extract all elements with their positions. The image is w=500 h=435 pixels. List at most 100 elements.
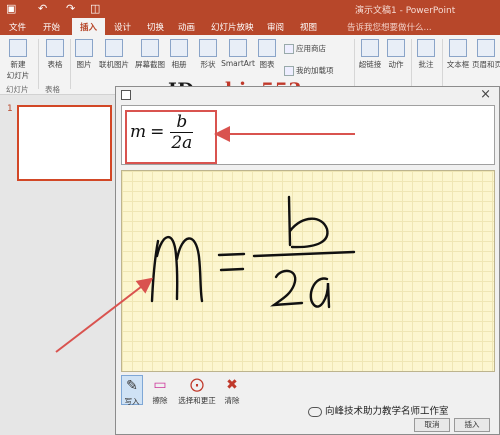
chart-label: 图表 [259,60,275,69]
group-separator [70,39,71,89]
album-button[interactable]: 相册 [168,39,190,70]
smartart-icon [229,39,247,57]
smartart-label: SmartArt [221,59,255,68]
new-slide-label: 新建 幻灯片 [6,60,30,80]
preview-formula: m = b 2a [130,112,194,153]
comment-icon [417,39,435,57]
my-addins-icon [284,66,294,76]
insert-button[interactable]: 插入 [454,418,490,432]
comment-button[interactable]: 批注 [414,39,438,70]
pen-icon: ✎ [126,378,138,394]
album-label: 相册 [171,60,187,69]
group-separator [411,39,412,89]
textbox-button[interactable]: 文本框 [444,39,472,70]
formula-denominator: 2a [171,133,193,153]
picture-icon [75,39,93,57]
title-bar: ▣ ↶ ↷ ◫ 演示文稿1 - PowerPoint [0,0,500,18]
group-label-slides: 幻灯片 [6,85,29,94]
tab-review[interactable]: 审阅 [267,21,284,33]
screenshot-button[interactable]: 屏幕截图 [132,39,168,70]
star-icon [387,39,405,57]
online-picture-icon [105,39,123,57]
wechat-watermark-text: 向峰技术助力教学名师工作室 [325,406,449,417]
header-footer-label: 页眉和页脚 [472,60,500,69]
ink-equation-icon [121,90,131,100]
redo-icon[interactable]: ↷ [66,2,75,15]
table-icon [46,39,64,57]
chart-icon [258,39,276,57]
store-button[interactable]: 应用商店 [284,43,326,54]
chart-button[interactable]: 图表 [256,39,278,70]
online-picture-button[interactable]: 联机图片 [96,39,132,70]
store-label: 应用商店 [296,44,326,53]
tab-home[interactable]: 开始 [43,21,60,33]
select-and-correct-tool[interactable]: ⨀ 选择和更正 [177,375,217,406]
header-footer-icon [477,39,495,57]
new-slide-button[interactable]: 新建 幻灯片 [4,39,32,81]
formula-numerator: b [170,112,194,133]
document-title: 演示文稿1 - PowerPoint [355,6,456,16]
formula-fraction: b 2a [170,112,194,153]
tell-me-search[interactable]: 告诉我您想要做什么... [347,21,432,33]
handwritten-equation [150,195,356,309]
eraser-icon: ▭ [153,377,167,393]
hyperlink-icon [361,39,379,57]
erase-tool[interactable]: ▭ 擦除 [148,375,172,406]
screenshot-label: 屏幕截图 [135,60,165,69]
formula-lhs: m [130,122,147,142]
tab-view[interactable]: 视图 [300,21,317,33]
comment-label: 批注 [418,60,434,69]
equation-preview: m = b 2a [121,105,495,165]
tab-slideshow[interactable]: 幻灯片放映 [211,21,254,33]
cancel-button[interactable]: 取消 [414,418,450,432]
wechat-watermark: 向峰技术助力教学名师工作室 [308,403,449,417]
ribbon-tabs: 文件 开始 插入 设计 切换 动画 幻灯片放映 审阅 视图 告诉我您想要做什么.… [0,18,500,35]
screenshot-icon [141,39,159,57]
action-button[interactable]: 动作 [385,39,407,70]
textbox-label: 文本框 [446,60,470,69]
slide-number: 1 [7,104,13,114]
group-separator [38,39,39,89]
album-icon [170,39,188,57]
clear-tool[interactable]: ✖ 清除 [221,375,243,406]
picture-button[interactable]: 图片 [72,39,96,70]
undo-icon[interactable]: ↶ [38,2,47,15]
online-picture-label: 联机图片 [99,60,129,69]
shapes-button[interactable]: 形状 [196,39,220,70]
wechat-icon [308,406,322,417]
header-footer-button[interactable]: 页眉和页脚 [472,39,500,70]
table-button[interactable]: 表格 [42,39,68,70]
smartart-button[interactable]: SmartArt [220,39,256,68]
write-label: 写入 [124,397,140,406]
new-slide-icon [9,39,27,57]
tab-transitions[interactable]: 切换 [147,21,164,33]
ink-equation-dialog: × m = b 2a ✎ 写入 ▭ 擦除 ⨀ 选择和更正 ✖ 清除 取消 插入 [115,86,500,435]
tab-design[interactable]: 设计 [114,21,131,33]
tab-animations[interactable]: 动画 [178,21,195,33]
table-label: 表格 [47,60,63,69]
clear-label: 清除 [224,396,240,405]
write-tool[interactable]: ✎ 写入 [121,375,143,406]
lasso-icon: ⨀ [190,377,204,393]
group-label-tables: 表格 [45,85,60,94]
hyperlink-label: 超链接 [358,60,382,69]
hyperlink-button[interactable]: 超链接 [357,39,383,70]
picture-label: 图片 [76,60,92,69]
shapes-label: 形状 [200,60,216,69]
close-icon[interactable]: × [480,87,491,102]
formula-equals: = [150,122,165,142]
my-addins-label: 我的加载项 [296,66,334,75]
start-from-beginning-icon[interactable]: ◫ [90,2,100,15]
slide-thumbnail[interactable] [17,105,112,181]
erase-label: 擦除 [152,396,168,405]
my-addins-button[interactable]: 我的加载项 [284,65,334,76]
shapes-icon [199,39,217,57]
save-icon[interactable]: ▣ [6,2,16,15]
tab-insert[interactable]: 插入 [72,18,106,35]
clear-icon: ✖ [226,377,238,393]
textbox-icon [449,39,467,57]
tab-file[interactable]: 文件 [9,21,26,33]
action-label: 动作 [388,60,404,69]
handwriting-pad[interactable] [121,170,495,372]
group-separator [354,39,355,89]
